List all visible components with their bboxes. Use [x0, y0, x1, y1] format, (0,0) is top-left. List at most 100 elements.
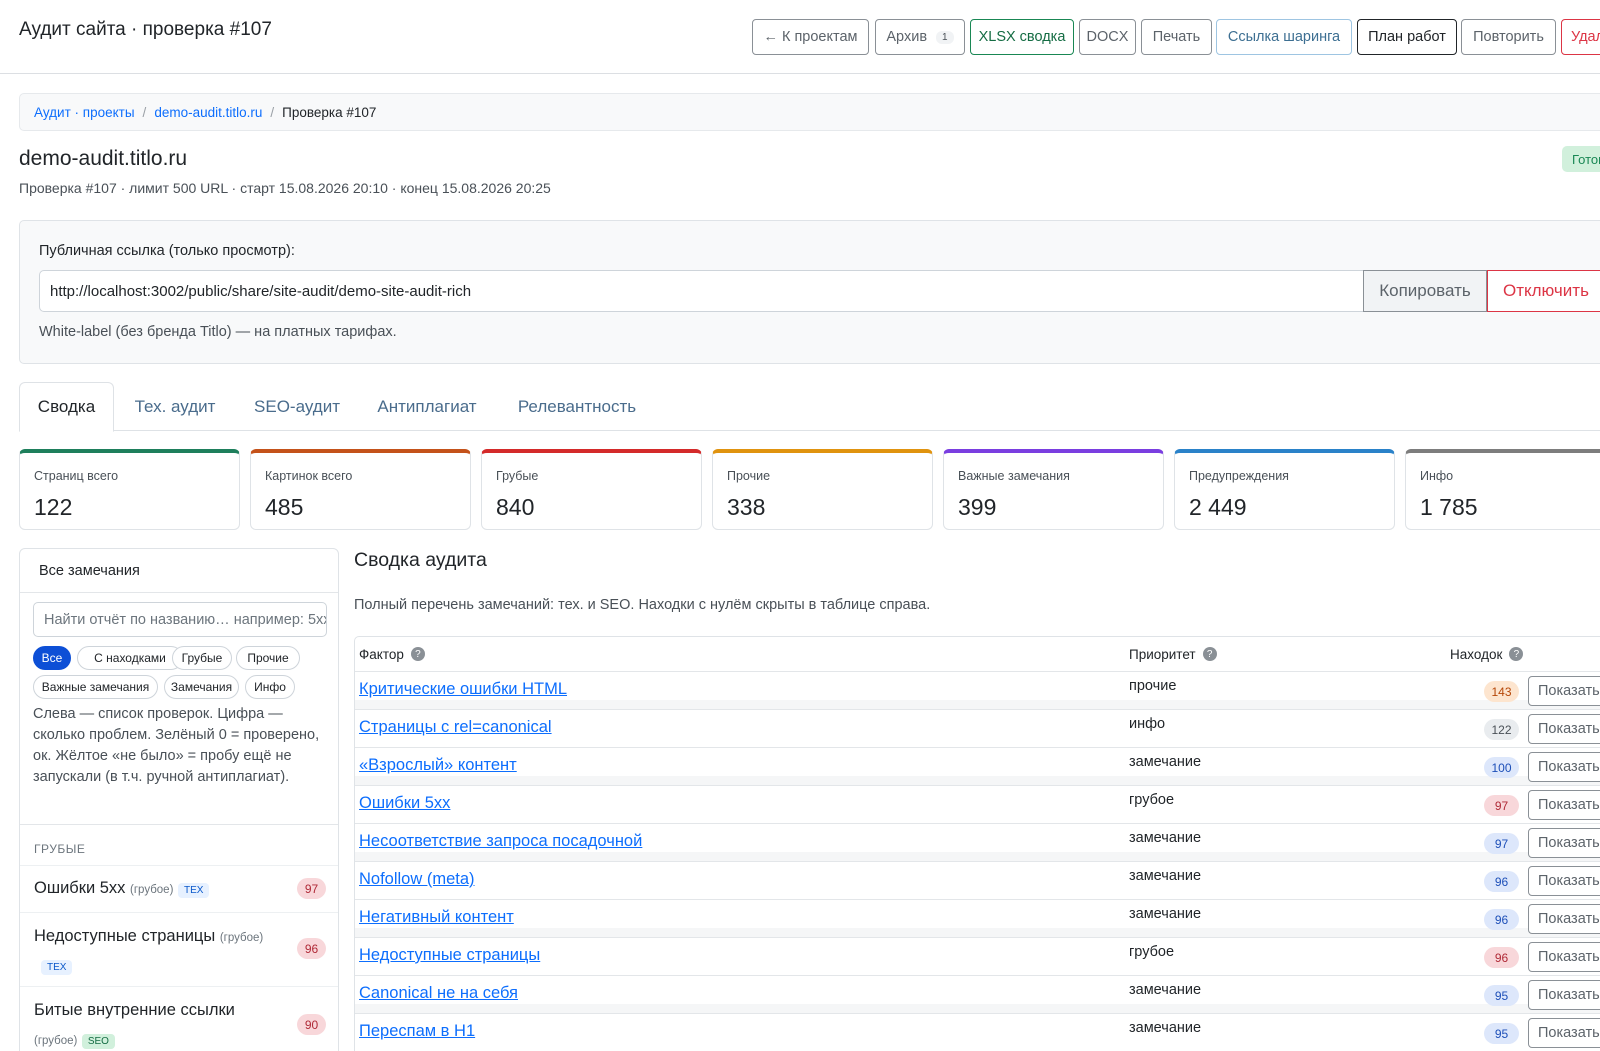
show-button[interactable]: Показать [1528, 904, 1600, 934]
stat-card-pages: Страниц всего 122 [19, 449, 240, 530]
tex-tag: TEX [178, 883, 210, 898]
sidebar-item-broken-links[interactable]: Битые внутренние ссылки (грубое) SEO 90 [20, 986, 338, 1051]
show-button[interactable]: Показать [1528, 1018, 1600, 1048]
breadcrumb-site-link[interactable]: demo-audit.titlo.ru [154, 105, 262, 120]
factor-link[interactable]: Переспам в H1 [359, 1022, 475, 1041]
show-button[interactable]: Показать [1528, 714, 1600, 744]
audit-tabs: Сводка Тех. аудит SEO-аудит Антиплагиат … [19, 382, 1600, 432]
help-icon[interactable]: ? [1509, 647, 1524, 661]
factor-link[interactable]: Несоответствие запроса посадочной [359, 832, 642, 851]
table-row: Негативный контент замечание 96 Показать [355, 899, 1600, 937]
stat-value: 122 [34, 494, 73, 520]
column-header-priority[interactable]: Приоритет ? [1129, 637, 1217, 671]
public-share-panel: Публичная ссылка (только просмотр): Копи… [19, 220, 1600, 364]
sidebar-item-kind: (грубое) [34, 1035, 78, 1047]
tab-antiplagiarism[interactable]: Антиплагиат [364, 382, 490, 431]
factor-link[interactable]: «Взрослый» контент [359, 756, 517, 775]
breadcrumb-current: Проверка #107 [282, 104, 377, 120]
stat-card-critical: Грубые 840 [481, 449, 702, 530]
table-row: Критические ошибки HTML прочие 143 Показать [355, 671, 1600, 709]
count-badge: 96 [297, 938, 326, 959]
findings-count-badge: 96 [1484, 947, 1519, 968]
stat-label: Предупреждения [1189, 469, 1289, 483]
factor-link[interactable]: Критические ошибки HTML [359, 680, 567, 699]
sidebar-item-tag-wrap: TEX [41, 957, 73, 975]
report-search-input[interactable] [33, 602, 327, 637]
sidebar-title: Все замечания [20, 549, 338, 593]
filter-remarks[interactable]: Замечания [164, 675, 239, 699]
show-button[interactable]: Показать [1528, 942, 1600, 972]
stat-card-important: Важные замечания 399 [943, 449, 1164, 530]
show-button[interactable]: Показать [1528, 866, 1600, 896]
filter-all[interactable]: Все [33, 646, 71, 670]
filter-other[interactable]: Прочие [236, 646, 300, 670]
tab-relevance[interactable]: Релевантность [497, 382, 657, 431]
work-plan-button[interactable]: План работ [1357, 19, 1457, 55]
help-icon[interactable]: ? [1202, 647, 1217, 661]
group-heading: ГРУБЫЕ [34, 842, 86, 856]
xlsx-summary-button[interactable]: XLSX сводка [970, 19, 1074, 55]
column-header-factor[interactable]: Фактор ? [359, 637, 425, 671]
tab-tech-audit[interactable]: Тех. аудит [119, 382, 231, 431]
priority-text: замечание [1129, 1020, 1202, 1036]
findings-count-badge: 95 [1484, 985, 1519, 1006]
share-url-input[interactable] [39, 270, 1382, 312]
back-to-projects-button[interactable]: ← К проектам [752, 19, 869, 55]
sidebar-item-5xx[interactable]: Ошибки 5xx (грубое) TEX 97 [20, 865, 338, 910]
factor-link[interactable]: Nofollow (meta) [359, 870, 475, 889]
top-header: Аудит сайта · проверка #107 ← К проектам… [0, 0, 1600, 74]
show-button[interactable]: Показать [1528, 980, 1600, 1010]
repeat-button[interactable]: Повторить [1461, 19, 1556, 55]
stat-value: 2 449 [1189, 494, 1247, 520]
delete-button[interactable]: Удалить [1561, 19, 1600, 55]
filter-important[interactable]: Важные замечания [33, 675, 158, 699]
sidebar-item-kind: (грубое) [219, 932, 264, 944]
archive-count-badge: 1 [936, 30, 954, 44]
disable-share-button[interactable]: Отключить [1487, 270, 1600, 312]
filter-with-findings[interactable]: С находками [77, 646, 183, 670]
factor-link[interactable]: Страницы с rel=canonical [359, 718, 552, 737]
show-button[interactable]: Показать [1528, 828, 1600, 858]
show-button[interactable]: Показать [1528, 752, 1600, 782]
priority-text: грубое [1129, 944, 1175, 960]
show-button[interactable]: Показать [1528, 676, 1600, 706]
divider [20, 824, 338, 825]
sidebar-item-tag-wrap: (грубое) SEO [34, 1031, 115, 1049]
table-row: Ошибки 5xx грубое 97 Показать [355, 785, 1600, 823]
tab-seo-audit[interactable]: SEO-аудит [237, 382, 357, 431]
factor-link[interactable]: Canonical не на себя [359, 984, 518, 1003]
table-row: Переспам в H1 замечание 95 Показать [355, 1013, 1600, 1051]
show-button[interactable]: Показать [1528, 790, 1600, 820]
stat-value: 338 [727, 494, 766, 520]
stat-label: Страниц всего [34, 469, 119, 483]
docx-button[interactable]: DOCX [1079, 19, 1136, 55]
help-icon[interactable]: ? [410, 647, 425, 661]
print-button[interactable]: Печать [1141, 19, 1212, 55]
findings-count-badge: 97 [1484, 795, 1519, 816]
factor-link[interactable]: Ошибки 5xx [359, 794, 450, 813]
site-meta: Проверка #107 · лимит 500 URL · старт 15… [19, 180, 551, 196]
stat-label: Картинок всего [265, 469, 353, 483]
filter-critical[interactable]: Грубые [172, 646, 232, 670]
share-link-button[interactable]: Ссылка шаринга [1216, 19, 1352, 55]
filter-info[interactable]: Инфо [245, 675, 295, 699]
summary-table: Фактор ? Приоритет ? Находок ? Критическ… [354, 636, 1600, 1051]
table-row: Страницы с rel=canonical инфо 122 Показать [355, 709, 1600, 747]
column-header-label: Фактор [359, 646, 404, 662]
tab-summary[interactable]: Сводка [19, 382, 114, 432]
stat-card-info: Инфо 1 785 [1405, 449, 1600, 530]
issues-sidebar: Все замечания Все С находками Грубые Про… [19, 548, 339, 1051]
findings-count-badge: 100 [1484, 757, 1519, 778]
stat-value: 485 [265, 494, 304, 520]
factor-link[interactable]: Недоступные страницы [359, 946, 540, 965]
factor-link[interactable]: Негативный контент [359, 908, 514, 927]
breadcrumb-projects-link[interactable]: Аудит · проекты [34, 105, 135, 120]
copy-button[interactable]: Копировать [1363, 270, 1487, 312]
sidebar-item-unavailable[interactable]: Недоступные страницы (грубое) TEX 96 [20, 912, 338, 985]
archive-button[interactable]: Архив 1 [875, 19, 965, 55]
column-header-found[interactable]: Находок ? [1450, 637, 1524, 671]
stat-value: 399 [958, 494, 997, 520]
priority-text: замечание [1129, 868, 1202, 884]
stat-card-warnings: Предупреждения 2 449 [1174, 449, 1395, 530]
sidebar-item-name-wrap: Ошибки 5xx (грубое) TEX [34, 879, 210, 898]
